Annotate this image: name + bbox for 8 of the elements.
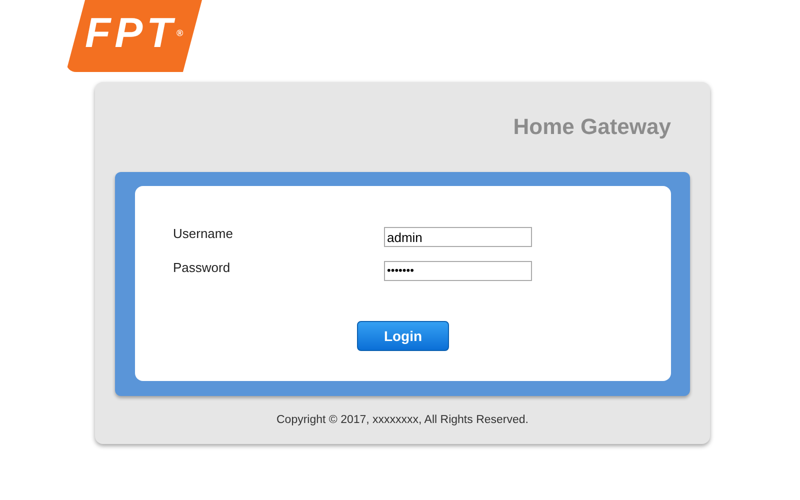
field-label: Password xyxy=(173,260,232,274)
copyright-text: Copyright © 2017, xxxxxxxx, All Rights Reserved. xyxy=(276,414,528,426)
field-label: Username xyxy=(173,226,234,240)
page-title: Home Gateway xyxy=(513,114,671,140)
fpt-logo: FPT$^{®}$ xyxy=(66,0,202,72)
username-field[interactable]: admin xyxy=(384,227,532,247)
password-field[interactable]: ••••••• xyxy=(384,261,532,281)
login-button[interactable]: Login xyxy=(357,321,449,351)
